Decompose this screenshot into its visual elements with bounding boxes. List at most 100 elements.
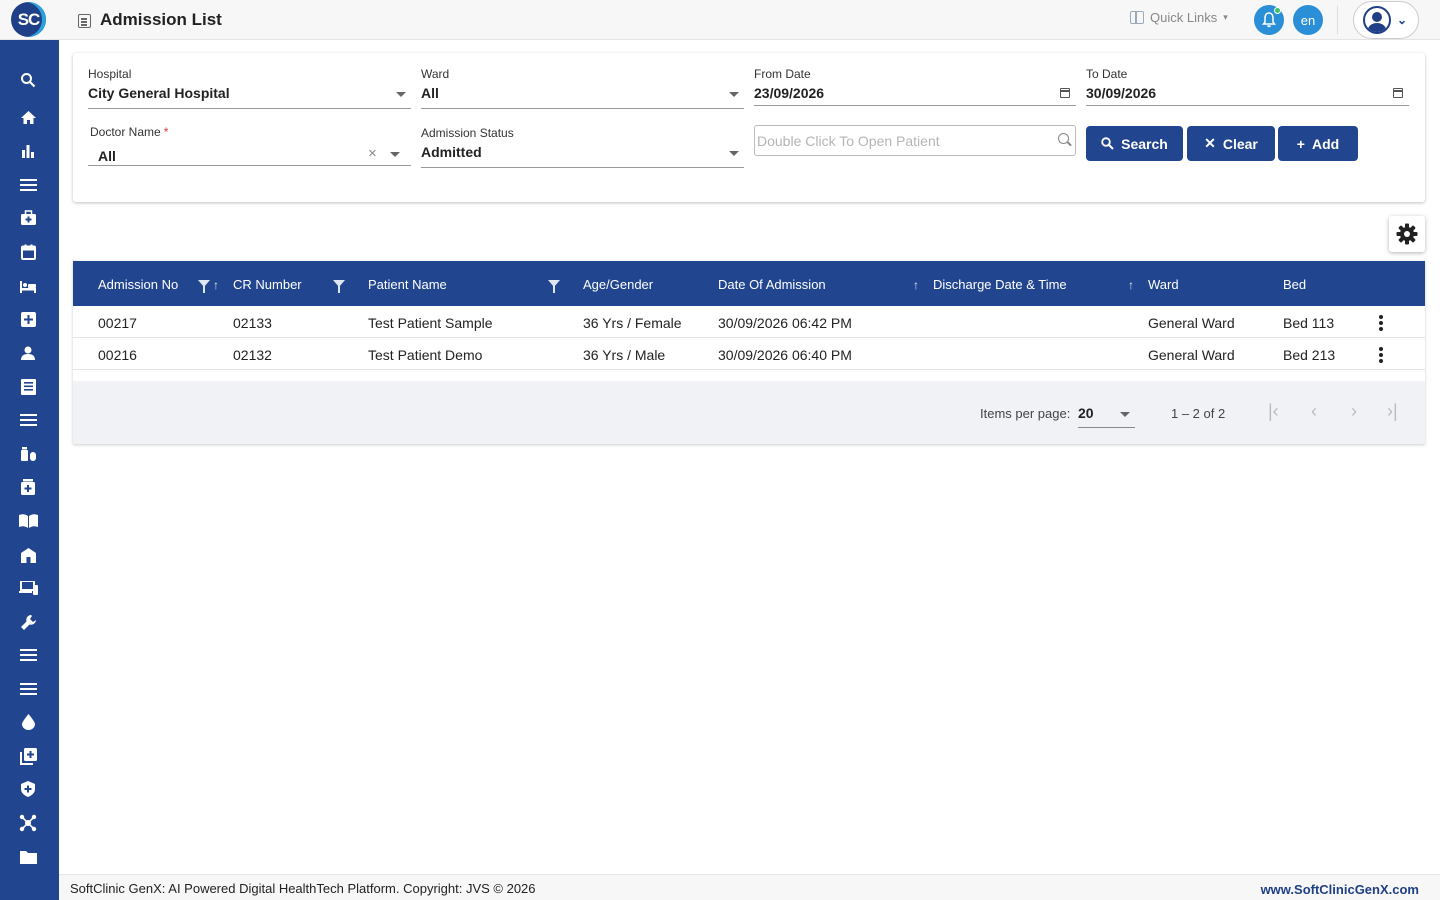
table-row[interactable]: 00217 02133 Test Patient Sample 36 Yrs /… bbox=[73, 306, 1425, 338]
home-icon[interactable] bbox=[17, 106, 39, 128]
medical-bag-icon[interactable] bbox=[17, 207, 39, 229]
filter-icon[interactable] bbox=[548, 280, 560, 293]
medication-icon[interactable] bbox=[17, 443, 39, 465]
plus-box-icon[interactable] bbox=[17, 308, 39, 330]
add-box-icon[interactable] bbox=[17, 745, 39, 767]
cell-cr-number: 02133 bbox=[233, 315, 272, 331]
clear-button-label: Clear bbox=[1222, 135, 1258, 152]
bed-icon[interactable] bbox=[17, 275, 39, 297]
first-page-icon[interactable]: |‹ bbox=[1268, 401, 1279, 422]
table-body: 00217 02133 Test Patient Sample 36 Yrs /… bbox=[73, 306, 1425, 381]
column-header-cr-number[interactable]: CR Number bbox=[233, 277, 302, 292]
search-button[interactable]: Search bbox=[1086, 126, 1183, 161]
column-header-age-gender[interactable]: Age/Gender bbox=[583, 277, 653, 292]
bar-chart-icon[interactable] bbox=[17, 140, 39, 162]
to-date-field[interactable]: To Date 30/09/2026 bbox=[1086, 67, 1409, 107]
table-settings-button[interactable] bbox=[1389, 216, 1425, 252]
wrench-icon[interactable] bbox=[17, 611, 39, 633]
copyright-text: SoftClinic GenX: AI Powered Digital Heal… bbox=[70, 881, 536, 896]
calendar-icon[interactable] bbox=[1393, 88, 1403, 98]
column-header-patient-name[interactable]: Patient Name bbox=[368, 277, 447, 292]
patient-search-input[interactable] bbox=[754, 125, 1076, 156]
person-icon[interactable] bbox=[17, 342, 39, 364]
search-icon[interactable] bbox=[17, 69, 39, 91]
from-date-field[interactable]: From Date 23/09/2026 bbox=[754, 67, 1076, 107]
blood-drop-icon[interactable] bbox=[17, 711, 39, 733]
field-underline bbox=[88, 108, 411, 109]
top-bar: SC Admission List Quick Links ▾ en ⌄ bbox=[0, 0, 1440, 40]
menu-icon[interactable] bbox=[17, 678, 39, 700]
divider bbox=[1337, 6, 1338, 34]
cell-bed: Bed 213 bbox=[1283, 347, 1336, 363]
document-list-icon[interactable] bbox=[17, 376, 39, 398]
sort-arrow-up-icon[interactable]: ↑ bbox=[913, 278, 919, 292]
hospital-building-icon[interactable] bbox=[17, 544, 39, 566]
medical-kit-icon[interactable] bbox=[17, 476, 39, 498]
sort-arrow-up-icon[interactable]: ↑ bbox=[213, 278, 219, 292]
last-page-icon[interactable]: ›| bbox=[1387, 401, 1398, 422]
shield-icon[interactable] bbox=[17, 778, 39, 800]
previous-page-icon[interactable]: ‹ bbox=[1311, 401, 1317, 422]
quick-links-menu[interactable]: Quick Links ▾ bbox=[1130, 10, 1228, 25]
cell-admission-no: 00216 bbox=[98, 347, 137, 363]
field-underline bbox=[421, 108, 744, 109]
items-per-page-label: Items per page: bbox=[980, 406, 1071, 421]
notification-dot bbox=[1274, 7, 1281, 14]
menu-icon[interactable] bbox=[17, 409, 39, 431]
items-per-page-select[interactable]: 20 bbox=[1078, 405, 1094, 421]
row-actions-menu-icon[interactable] bbox=[1379, 347, 1383, 363]
column-header-admission-no[interactable]: Admission No bbox=[98, 277, 178, 292]
clear-button[interactable]: ✕ Clear bbox=[1187, 126, 1275, 161]
book-icon[interactable] bbox=[17, 510, 39, 532]
required-mark: * bbox=[163, 125, 169, 139]
filter-icon[interactable] bbox=[198, 280, 210, 293]
user-menu-button[interactable]: ⌄ bbox=[1353, 1, 1419, 39]
search-button-label: Search bbox=[1121, 135, 1168, 152]
filter-icon[interactable] bbox=[333, 280, 345, 293]
admission-table: Admission No ↑ CR Number Patient Name Ag… bbox=[73, 261, 1425, 444]
page-icon bbox=[78, 14, 91, 28]
doctor-label: Doctor Name bbox=[90, 125, 161, 139]
cell-age-gender: 36 Yrs / Female bbox=[583, 315, 682, 331]
sort-arrow-up-icon[interactable]: ↑ bbox=[1128, 278, 1134, 292]
table-row[interactable]: 00216 02132 Test Patient Demo 36 Yrs / M… bbox=[73, 338, 1425, 370]
field-underline bbox=[754, 105, 1076, 106]
menu-icon[interactable] bbox=[17, 644, 39, 666]
table-header: Admission No ↑ CR Number Patient Name Ag… bbox=[73, 261, 1425, 306]
paginator: Items per page: 20 1 – 2 of 2 |‹ ‹ › ›| bbox=[73, 381, 1425, 444]
cell-ward: General Ward bbox=[1148, 315, 1235, 331]
footer: SoftClinic GenX: AI Powered Digital Heal… bbox=[59, 874, 1440, 900]
network-icon[interactable] bbox=[17, 812, 39, 834]
admission-status-select[interactable]: Admission Status Admitted bbox=[421, 126, 744, 168]
clear-icon[interactable]: × bbox=[368, 145, 377, 162]
ward-select[interactable]: Ward All bbox=[421, 67, 744, 109]
add-button[interactable]: + Add bbox=[1278, 126, 1358, 161]
row-actions-menu-icon[interactable] bbox=[1379, 315, 1383, 331]
calendar-icon[interactable] bbox=[17, 241, 39, 263]
from-date-value: 23/09/2026 bbox=[754, 85, 825, 101]
cell-date-of-admission: 30/09/2026 06:42 PM bbox=[718, 315, 852, 331]
website-link[interactable]: www.SoftClinicGenX.com bbox=[1261, 882, 1419, 897]
next-page-icon[interactable]: › bbox=[1351, 401, 1357, 422]
column-header-discharge-date-time[interactable]: Discharge Date & Time bbox=[933, 277, 1067, 292]
column-header-ward[interactable]: Ward bbox=[1148, 277, 1179, 292]
app-logo[interactable]: SC bbox=[11, 2, 46, 37]
menu-icon[interactable] bbox=[17, 174, 39, 196]
column-header-date-of-admission[interactable]: Date Of Admission bbox=[718, 277, 826, 292]
cell-patient-name: Test Patient Sample bbox=[368, 315, 493, 331]
cell-cr-number: 02132 bbox=[233, 347, 272, 363]
ward-value: All bbox=[421, 85, 439, 101]
add-button-label: Add bbox=[1311, 135, 1340, 152]
hospital-select[interactable]: Hospital City General Hospital bbox=[88, 67, 411, 109]
language-button[interactable]: en bbox=[1293, 5, 1323, 35]
column-header-bed[interactable]: Bed bbox=[1283, 277, 1306, 292]
devices-icon[interactable] bbox=[17, 577, 39, 599]
gear-icon bbox=[1396, 223, 1418, 245]
chevron-down-icon bbox=[729, 92, 739, 97]
calendar-icon[interactable] bbox=[1060, 88, 1070, 98]
to-date-label: To Date bbox=[1086, 67, 1128, 81]
chevron-down-icon[interactable] bbox=[1120, 412, 1130, 417]
folder-icon[interactable] bbox=[17, 846, 39, 868]
doctor-select[interactable]: Doctor Name * All × bbox=[88, 125, 411, 166]
notifications-button[interactable] bbox=[1254, 5, 1284, 35]
